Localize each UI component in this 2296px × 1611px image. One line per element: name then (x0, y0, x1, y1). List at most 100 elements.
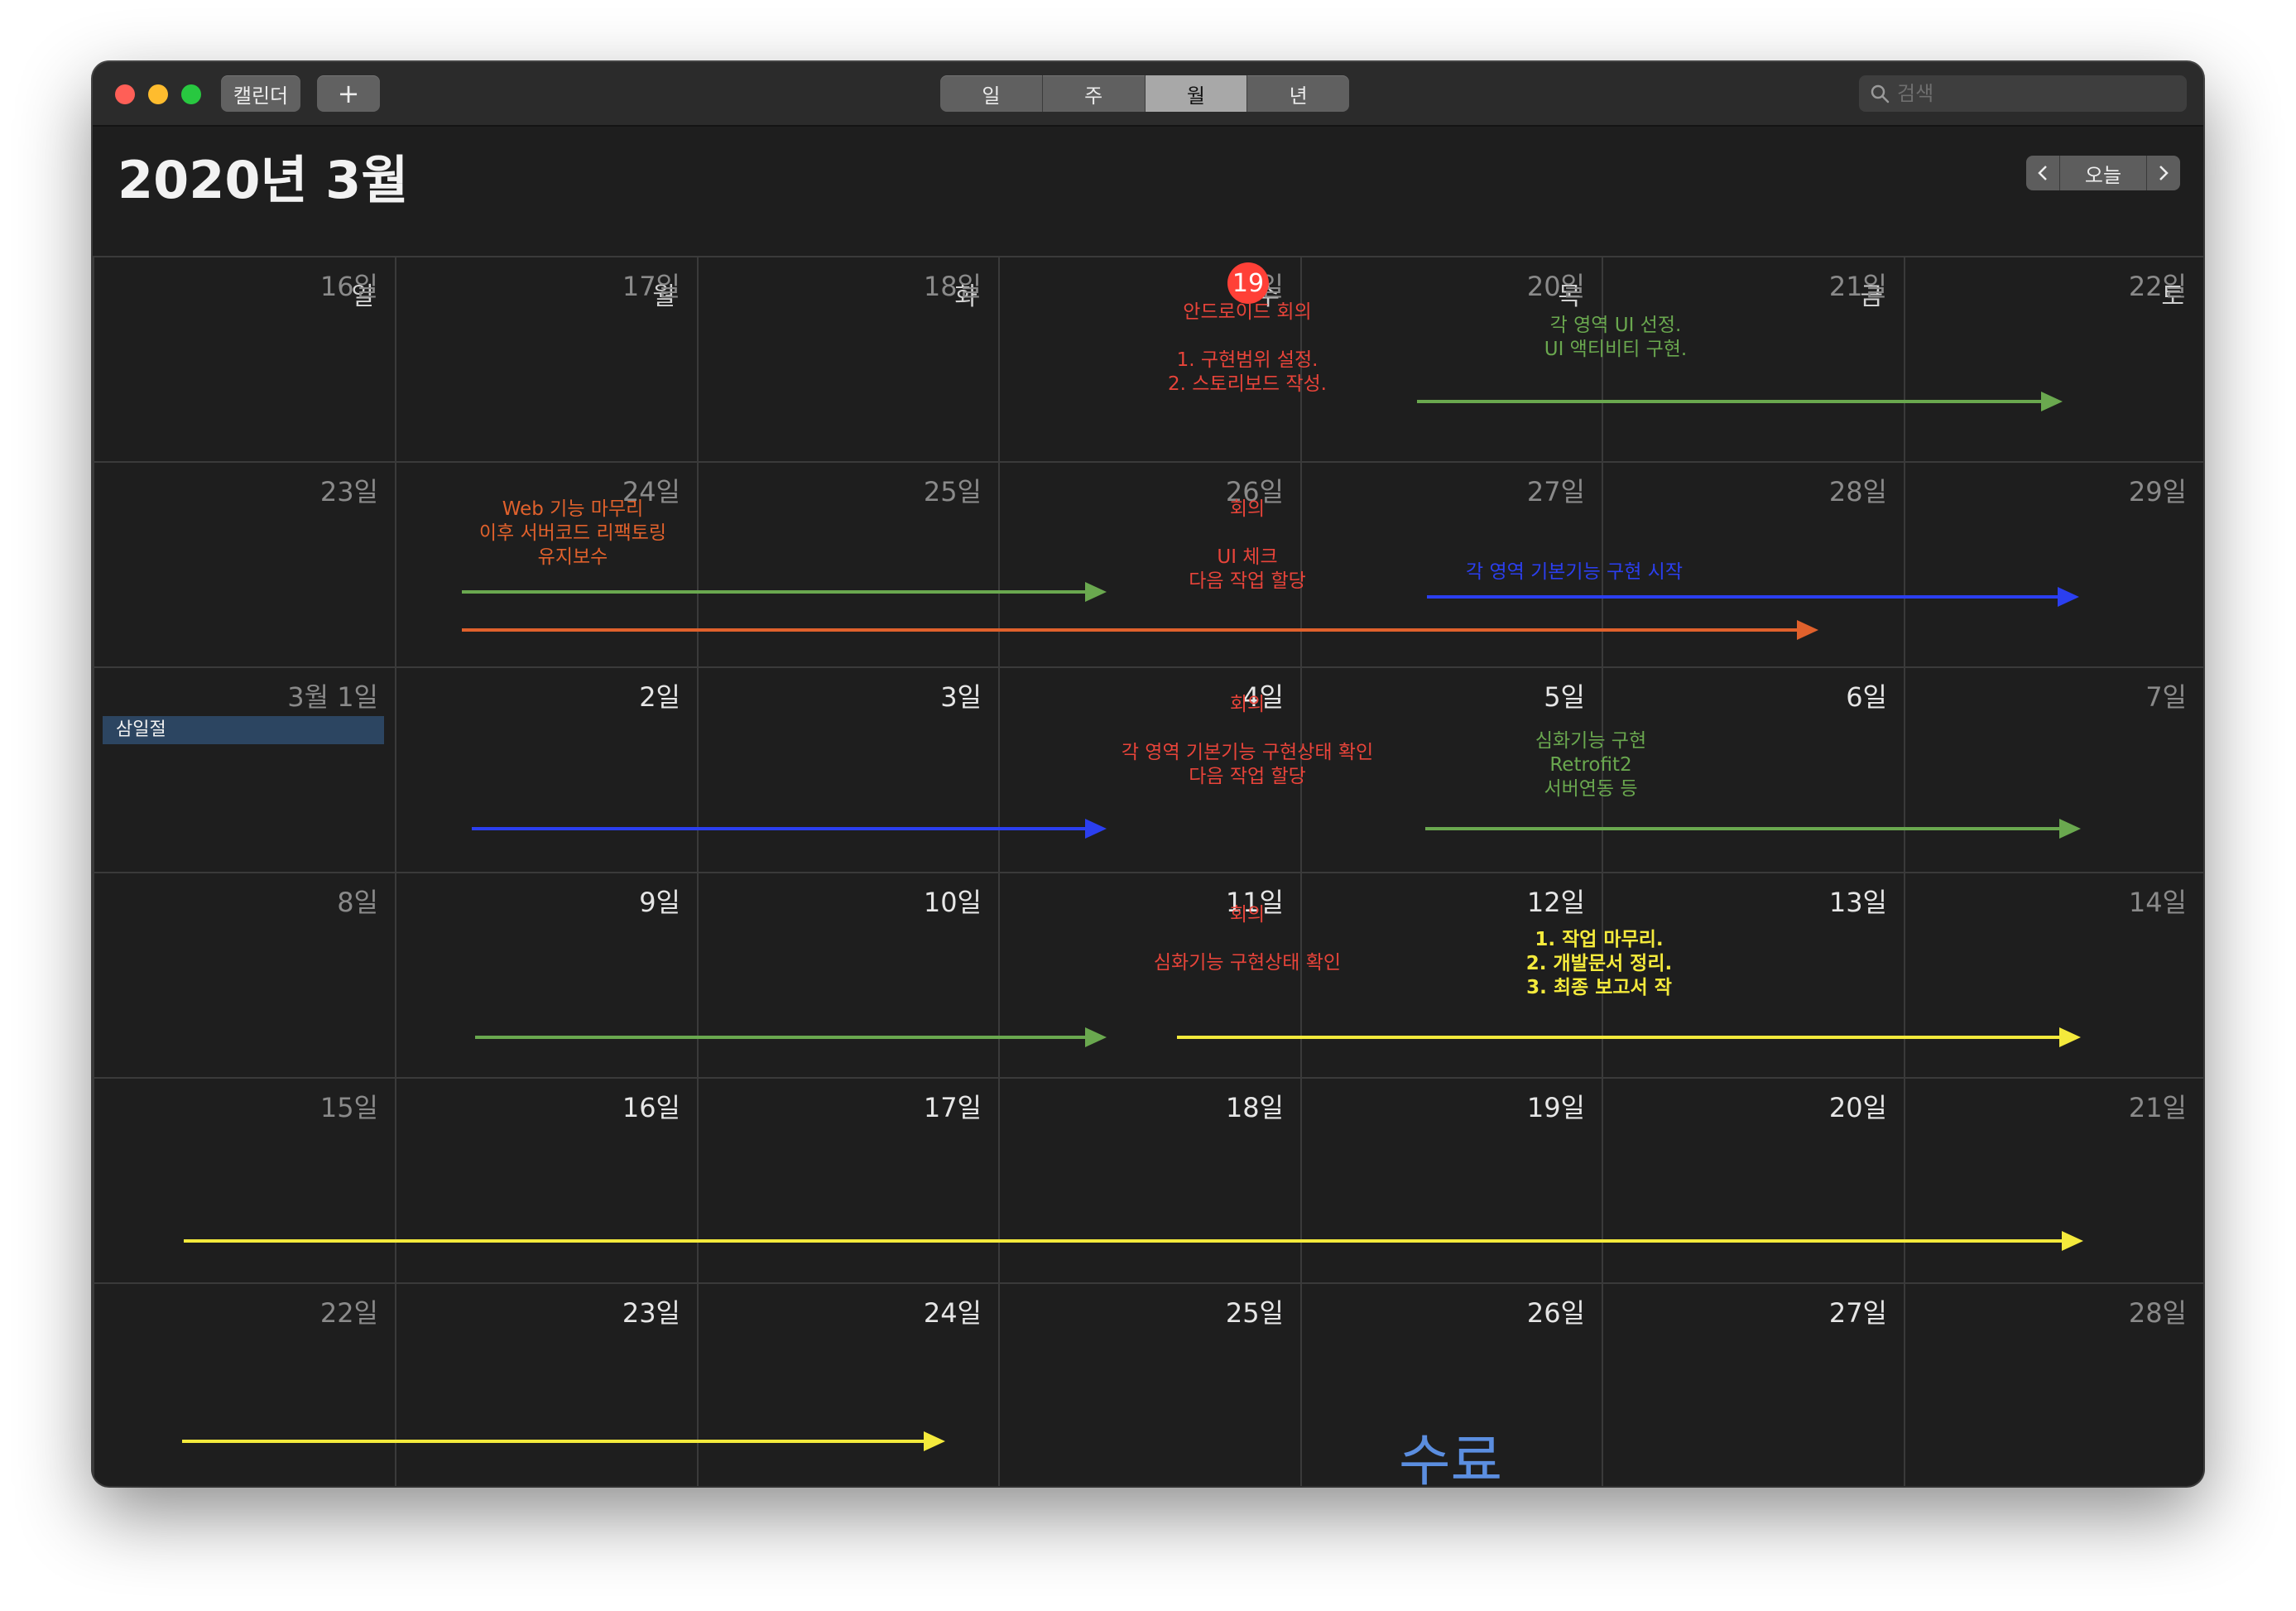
calendars-button[interactable]: 캘린더 (221, 75, 300, 112)
day-cell[interactable]: 16일 (395, 1077, 697, 1282)
day-cell[interactable]: 18일 (998, 1077, 1300, 1282)
day-cell[interactable]: 8일 (93, 872, 395, 1077)
day-number: 12일 (1526, 887, 1585, 918)
holiday-event[interactable]: 삼일절 (103, 716, 384, 744)
view-day-tab[interactable]: 일 (940, 75, 1043, 112)
event-note-advanced-status-meeting[interactable]: 회의 심화기능 구현상태 확인 (1102, 903, 1392, 975)
day-number: 9일 (639, 887, 680, 918)
add-event-button[interactable]: + (317, 75, 380, 112)
day-number: 29일 (2128, 476, 2187, 507)
day-number: 24일 (923, 1297, 982, 1329)
chevron-right-icon (2159, 166, 2169, 180)
view-week-tab[interactable]: 주 (1043, 75, 1146, 112)
day-number: 13일 (1828, 887, 1887, 918)
day-cell[interactable]: 22일 (1904, 256, 2203, 461)
day-number: 21일 (1828, 271, 1887, 302)
day-number: 16일 (622, 1092, 680, 1123)
day-cell[interactable]: 24일 (697, 1282, 998, 1486)
today-button[interactable]: 오늘 (2060, 156, 2146, 190)
view-year-tab[interactable]: 년 (1247, 75, 1349, 112)
search-icon (1871, 84, 1890, 103)
day-cell[interactable]: 23일 (93, 461, 395, 666)
day-number: 26일 (1526, 1297, 1585, 1329)
event-note-basic-features[interactable]: 각 영역 기본기능 구현 시작 (1392, 560, 1756, 584)
search-input[interactable] (1895, 81, 2172, 106)
day-cell[interactable]: 9일 (395, 872, 697, 1077)
day-cell[interactable]: 25일 (697, 461, 998, 666)
day-cell[interactable]: 15일 (93, 1077, 395, 1282)
day-cell[interactable]: 3일 (697, 666, 998, 872)
day-cell[interactable]: 29일 (1904, 461, 2203, 666)
event-note-android-meeting[interactable]: 안드로이드 회의 1. 구현범위 설정. 2. 스토리보드 작성. (1102, 301, 1392, 397)
search-field[interactable] (1859, 75, 2187, 112)
day-cell[interactable]: 3월 1일 (93, 666, 395, 872)
day-cell[interactable]: 7일 (1904, 666, 2203, 872)
month-navigation: 오늘 (2026, 156, 2180, 190)
day-number: 22일 (2128, 271, 2187, 302)
day-cell[interactable]: 20일 (1602, 1077, 1904, 1282)
day-number: 6일 (1846, 681, 1887, 713)
month-title: 2020년 3월 (118, 150, 409, 210)
day-number: 7일 (2145, 681, 2187, 713)
event-note-advanced-features[interactable]: 심화기능 구현 Retrofit2 서버연동 등 (1450, 729, 1732, 801)
graduation-label: 수료 (1399, 1429, 1503, 1486)
day-cell[interactable]: 23일 (395, 1282, 697, 1486)
day-number: 21일 (2128, 1092, 2187, 1123)
day-number: 25일 (1225, 1297, 1284, 1329)
day-number: 15일 (319, 1092, 378, 1123)
day-cell[interactable]: 25일 (998, 1282, 1300, 1486)
day-cell[interactable]: 19일 (1300, 1077, 1602, 1282)
day-number: 28일 (1828, 476, 1887, 507)
day-number: 28일 (2128, 1297, 2187, 1329)
day-cell[interactable]: 22일 (93, 1282, 395, 1486)
event-note-ui-check-meeting[interactable]: 회의 UI 체크 다음 작업 할당 (1102, 498, 1392, 594)
event-note-final-tasks[interactable]: 1. 작업 마무리. 2. 개발문서 정리. 3. 최종 보고서 작 (1434, 928, 1765, 1000)
day-number: 8일 (337, 887, 378, 918)
day-number: 3일 (940, 681, 982, 713)
day-number: 23일 (622, 1297, 680, 1329)
day-cell[interactable]: 17일 (395, 256, 697, 461)
day-cell[interactable]: 10일 (697, 872, 998, 1077)
minimize-window-button[interactable] (148, 84, 168, 104)
month-grid: 16일 17일 18일 일 20일 21일 22일 23일 24일 25일 26일 27일 28일 29일… (93, 256, 2203, 1486)
today-date-badge: 19 (1227, 262, 1269, 304)
day-number: 5일 (1544, 681, 1585, 713)
day-number: 2일 (639, 681, 680, 713)
day-number: 20일 (1828, 1092, 1887, 1123)
day-cell[interactable]: 2일 (395, 666, 697, 872)
day-number: 14일 (2128, 887, 2187, 918)
day-cell[interactable]: 17일 (697, 1077, 998, 1282)
title-bar: 캘린더 + 일 주 월 년 (93, 62, 2203, 127)
day-cell[interactable]: 16일 (93, 256, 395, 461)
day-number: 17일 (622, 271, 680, 302)
day-number: 27일 (1526, 476, 1585, 507)
calendar-window: 캘린더 + 일 주 월 년 2020년 3월 오늘 일 (93, 62, 2203, 1486)
day-number: 18일 (923, 271, 982, 302)
previous-month-button[interactable] (2026, 156, 2060, 190)
day-cell[interactable]: 18일 (697, 256, 998, 461)
event-note-ui-selection[interactable]: 각 영역 UI 선정. UI 액티비티 구현. (1467, 314, 1765, 362)
day-number: 27일 (1828, 1297, 1887, 1329)
close-window-button[interactable] (115, 84, 135, 104)
day-number: 25일 (923, 476, 982, 507)
day-number: 22일 (319, 1297, 378, 1329)
day-number: 23일 (319, 476, 378, 507)
view-month-tab[interactable]: 월 (1145, 75, 1248, 112)
day-number: 17일 (923, 1092, 982, 1123)
day-number: 18일 (1225, 1092, 1284, 1123)
day-cell[interactable]: 21일 (1904, 1077, 2203, 1282)
zoom-window-button[interactable] (181, 84, 201, 104)
day-number: 10일 (923, 887, 982, 918)
next-month-button[interactable] (2146, 156, 2180, 190)
view-segmented-control: 일 주 월 년 (940, 75, 1349, 112)
day-cell[interactable]: 14일 (1904, 872, 2203, 1077)
event-note-status-meeting[interactable]: 회의 각 영역 기본기능 구현상태 확인 다음 작업 할당 (1061, 693, 1434, 789)
chevron-left-icon (2038, 166, 2047, 180)
day-number: 19일 (1526, 1092, 1585, 1123)
event-note-web-finish[interactable]: Web 기능 마무리 이후 서버코드 리팩토링 유지보수 (424, 498, 722, 570)
day-number: 20일 (1526, 271, 1585, 302)
day-number: 16일 (319, 271, 378, 302)
day-cell[interactable]: 28일 (1904, 1282, 2203, 1486)
day-number: 3월 1일 (287, 681, 378, 713)
day-cell[interactable]: 27일 (1602, 1282, 1904, 1486)
